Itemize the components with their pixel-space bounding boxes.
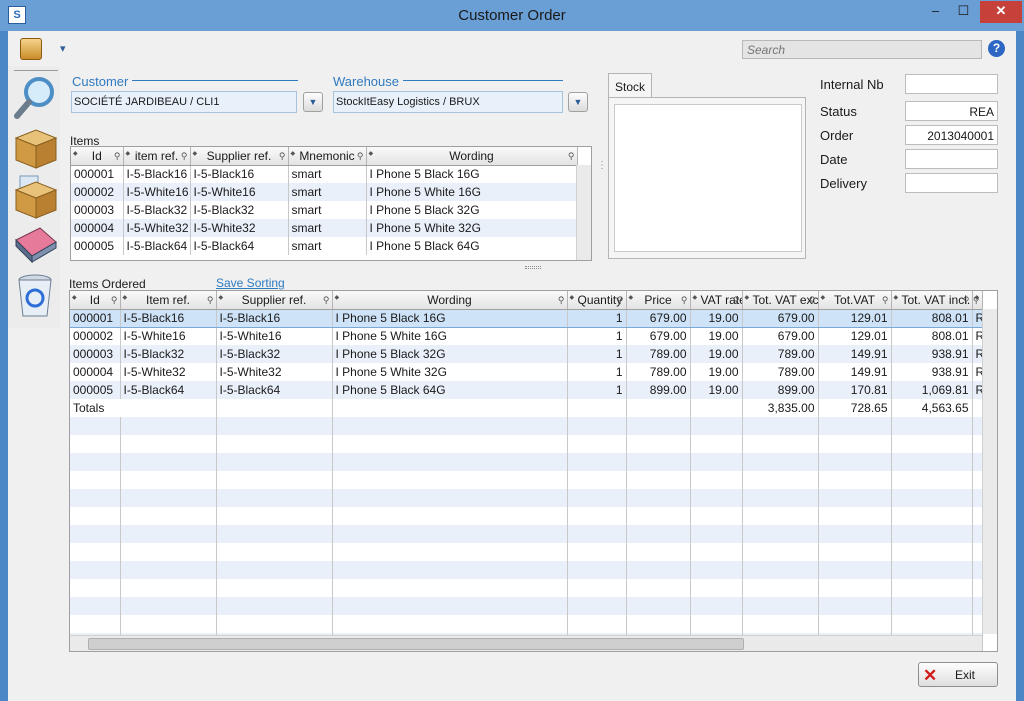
table-row[interactable]: 000002 I-5-White16 I-5-White16 smart I Phone… [71, 183, 578, 201]
warehouse-divider [403, 80, 563, 81]
internal-nb-field[interactable] [905, 74, 998, 94]
ordered-col-id[interactable]: Id [70, 291, 121, 310]
customer-label: Customer [72, 74, 129, 89]
toolbar-dropdown-icon[interactable]: ▾ [60, 42, 66, 55]
minimize-button[interactable]: – [922, 1, 949, 21]
status-field[interactable]: REA [905, 101, 998, 121]
table-row[interactable]: 000005 I-5-Black64 I-5-Black64 smart I Phone… [71, 237, 578, 255]
order-icon[interactable] [20, 38, 42, 60]
eraser-icon[interactable] [12, 222, 58, 268]
warehouse-combo[interactable]: StockItEasy Logistics / BRUX [333, 91, 563, 113]
box-icon[interactable] [12, 124, 58, 170]
stock-list[interactable] [614, 104, 802, 252]
sidebar-divider [14, 70, 58, 71]
ordered-col-tot-vat[interactable]: Tot.VAT [818, 291, 892, 310]
table-row[interactable]: 000001 I-5-Black16 I-5-Black16 smart I Phone… [71, 165, 578, 183]
status-bar [8, 693, 1016, 701]
ordered-col-vat-rate[interactable]: VAT rate [690, 291, 743, 310]
splitter-horizontal-grip-icon[interactable] [525, 266, 541, 269]
close-button[interactable]: ✕ [980, 1, 1022, 23]
ordered-col-tot-vat-excl[interactable]: Tot. VAT excl. [742, 291, 819, 310]
status-label: Status [820, 104, 857, 119]
exit-icon: ✕ [923, 666, 938, 685]
table-row[interactable]: 000005 I-5-Black64 I-5-Black64 I Phone 5 Bl… [70, 381, 983, 399]
ordered-col-extra[interactable] [972, 291, 983, 310]
ordered-horizontal-scrollbar[interactable] [70, 635, 982, 651]
ordered-col-quantity[interactable]: Quantity [567, 291, 627, 310]
ordered-vertical-scrollbar[interactable] [982, 309, 997, 634]
delivery-label: Delivery [820, 176, 867, 191]
ordered-col-item-ref[interactable]: Item ref. [120, 291, 217, 310]
items-col-mnemonic[interactable]: Mnemonic [288, 147, 367, 166]
delivery-field[interactable] [905, 173, 998, 193]
help-icon[interactable]: ? [988, 40, 1005, 57]
ordered-col-supplier-ref[interactable]: Supplier ref. [216, 291, 333, 310]
recycle-bin-icon[interactable] [12, 272, 58, 318]
table-row[interactable]: 000002 I-5-White16 I-5-White16 I Phone 5 Wh… [70, 327, 983, 345]
internal-nb-label: Internal Nb [820, 77, 884, 92]
date-field[interactable] [905, 149, 998, 169]
items-col-item-ref[interactable]: item ref. [123, 147, 191, 166]
items-ordered-grid[interactable]: Id Item ref. Supplier ref. Wording Quant… [69, 290, 998, 652]
exit-label: Exit [955, 668, 976, 682]
table-row[interactable]: 000003 I-5-Black32 I-5-Black32 smart I Phone… [71, 201, 578, 219]
items-grid[interactable]: Id item ref. Supplier ref. Mnemonic Word… [70, 146, 592, 261]
tab-stock[interactable]: Stock [608, 73, 652, 98]
search-input[interactable] [742, 40, 982, 59]
ordered-col-tot-vat-incl[interactable]: Tot. VAT incl. [891, 291, 973, 310]
customer-combo[interactable]: SOCIÉTÉ JARDIBEAU / CLI1 [71, 91, 297, 113]
table-row[interactable]: 000004 I-5-White32 I-5-White32 I Phone 5 Wh… [70, 363, 983, 381]
date-label: Date [820, 152, 848, 167]
items-col-id[interactable]: Id [71, 147, 124, 166]
maximize-button[interactable]: ☐ [950, 1, 977, 21]
items-vertical-scrollbar[interactable] [576, 165, 591, 260]
items-col-supplier-ref[interactable]: Supplier ref. [190, 147, 289, 166]
warehouse-dropdown-button[interactable]: ▼ [568, 92, 588, 112]
box-edit-icon[interactable] [12, 174, 58, 220]
exit-button[interactable]: ✕ Exit [918, 662, 998, 687]
customer-divider [132, 80, 298, 81]
table-row[interactable]: 000001 I-5-Black16 I-5-Black16 I Phone 5 Bl… [70, 308, 983, 328]
scrollbar-thumb[interactable] [88, 638, 744, 650]
save-sorting-link[interactable]: Save Sorting [216, 276, 285, 290]
items-col-wording[interactable]: Wording [366, 147, 578, 166]
warehouse-label: Warehouse [333, 74, 399, 89]
ordered-col-price[interactable]: Price [626, 291, 691, 310]
totals-row: Totals 3,835.00 728.65 4,563.65 [70, 399, 983, 417]
customer-dropdown-button[interactable]: ▼ [303, 92, 323, 112]
table-row[interactable]: 000004 I-5-White32 I-5-White32 smart I Phone… [71, 219, 578, 237]
magnifier-icon[interactable] [12, 74, 58, 120]
order-label: Order [820, 128, 854, 143]
ordered-col-wording[interactable]: Wording [332, 291, 568, 310]
order-field[interactable]: 2013040001 [905, 125, 998, 145]
splitter-grip-icon[interactable]: ⋮ [597, 160, 607, 171]
window-title: Customer Order [458, 7, 566, 24]
items-ordered-label: Items Ordered [69, 277, 146, 291]
table-row[interactable]: 000003 I-5-Black32 I-5-Black32 I Phone 5 Bl… [70, 345, 983, 363]
